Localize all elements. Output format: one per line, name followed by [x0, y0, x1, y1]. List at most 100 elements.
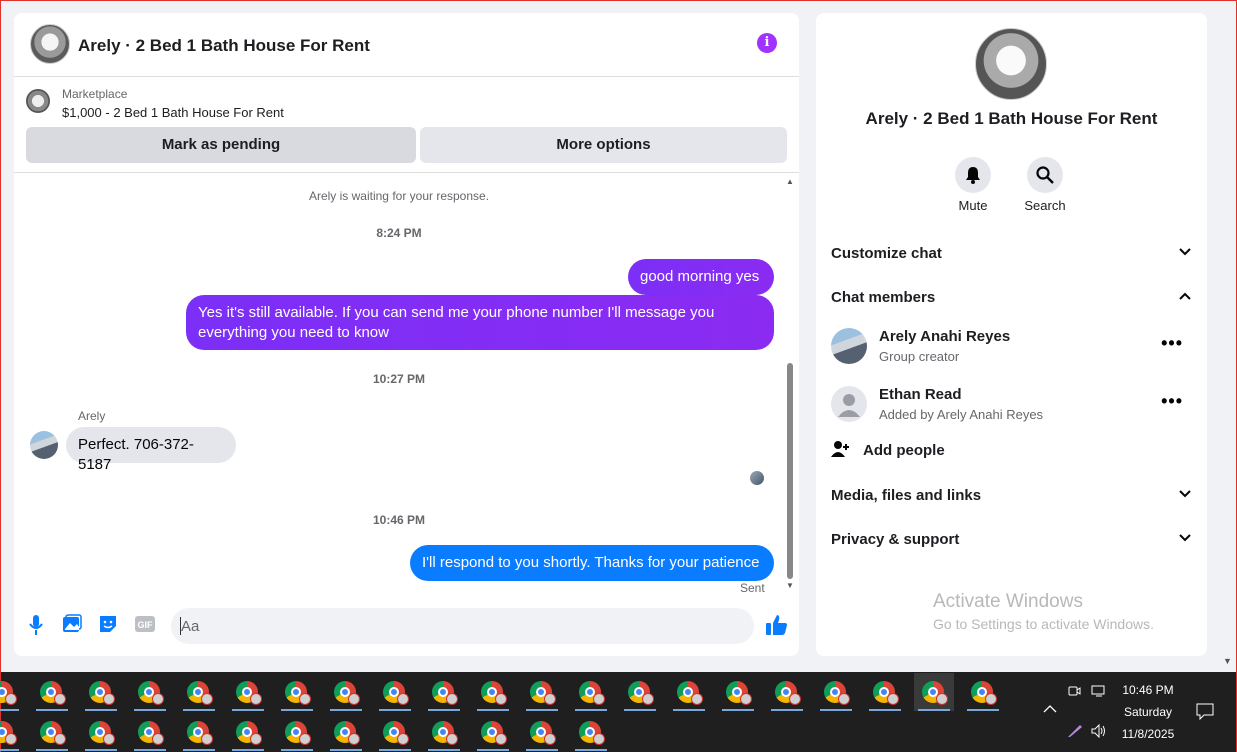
read-receipt-avatar [750, 471, 764, 485]
taskbar-browser-window-button[interactable] [424, 713, 464, 751]
conversation-avatar[interactable] [975, 28, 1047, 100]
message-scrollbar[interactable]: ▲ ▼ [786, 177, 794, 593]
taskbar-browser-window-button[interactable] [718, 673, 758, 711]
taskbar-browser-window-button[interactable] [326, 673, 366, 711]
taskbar-browser-window-button[interactable] [620, 673, 660, 711]
open-indicator [820, 709, 852, 711]
scroll-up-arrow[interactable]: ▲ [786, 177, 794, 186]
open-indicator [330, 709, 362, 711]
customize-chat-section[interactable]: Customize chat [831, 245, 1191, 262]
composer: GIF Aa ☺ [14, 606, 902, 656]
listing-title[interactable]: $1,000 - 2 Bed 1 Bath House For Rent [62, 105, 284, 120]
taskbar-browser-window-button[interactable] [228, 713, 268, 751]
profile-badge-icon [348, 693, 360, 705]
microphone-icon[interactable] [26, 614, 46, 636]
meet-now-icon[interactable] [1067, 684, 1081, 701]
message-input[interactable]: Aa ☺ [171, 608, 902, 644]
media-files-section[interactable]: Media, files and links [831, 487, 1191, 504]
taskbar-browser-window-button[interactable] [669, 673, 709, 711]
scroll-thumb[interactable] [787, 363, 793, 579]
mark-as-pending-button[interactable]: Mark as pending [26, 127, 416, 163]
photo-icon[interactable] [62, 614, 82, 636]
search-button[interactable]: Search [1015, 157, 1075, 213]
taskbar-browser-window-button[interactable] [32, 673, 72, 711]
taskbar-browser-window-button[interactable] [0, 713, 23, 751]
taskbar-browser-window-button[interactable] [81, 713, 121, 751]
taskbar-browser-window-button[interactable] [0, 673, 23, 711]
bell-icon[interactable] [955, 157, 991, 193]
taskbar-browser-window-button[interactable] [963, 673, 1003, 711]
taskbar-row [0, 713, 621, 752]
privacy-support-section[interactable]: Privacy & support [831, 531, 1191, 548]
chat-avatar[interactable] [30, 24, 70, 64]
taskbar-browser-window-button[interactable] [228, 673, 268, 711]
open-indicator [36, 709, 68, 711]
open-indicator [36, 749, 68, 751]
open-indicator [330, 749, 362, 751]
outgoing-message[interactable]: good morning yes [628, 259, 774, 295]
sender-avatar[interactable] [30, 431, 58, 459]
profile-badge-icon [201, 733, 213, 745]
taskbar-browser-window-button[interactable] [179, 713, 219, 751]
more-icon[interactable]: ••• [1161, 391, 1183, 412]
outgoing-message[interactable]: Yes it's still available. If you can sen… [186, 295, 774, 350]
taskbar-browser-window-button[interactable] [865, 673, 905, 711]
chat-members-section[interactable]: Chat members [831, 289, 1191, 306]
taskbar-browser-window-button[interactable] [522, 673, 562, 711]
network-icon[interactable] [1091, 684, 1107, 701]
taskbar-browser-window-button[interactable] [277, 713, 317, 751]
member-name[interactable]: Ethan Read [879, 386, 962, 403]
taskbar-browser-window-button[interactable] [914, 673, 954, 711]
sticker-icon[interactable] [98, 614, 118, 636]
taskbar-browser-window-button[interactable] [277, 673, 317, 711]
taskbar-browser-window-button[interactable] [522, 713, 562, 751]
member-avatar[interactable] [831, 328, 867, 364]
open-indicator [281, 749, 313, 751]
page-scroll-down-arrow[interactable]: ▼ [1223, 656, 1232, 666]
outgoing-message[interactable]: I'll respond to you shortly. Thanks for … [410, 545, 774, 581]
volume-icon[interactable] [1091, 723, 1107, 741]
like-icon[interactable] [764, 614, 790, 636]
incoming-message[interactable]: Perfect. 706-372-5187 [66, 427, 236, 473]
svg-text:GIF: GIF [138, 620, 154, 630]
listing-thumbnail[interactable] [26, 89, 50, 113]
search-icon[interactable] [1027, 157, 1063, 193]
taskbar-browser-window-button[interactable] [767, 673, 807, 711]
pen-icon[interactable] [1067, 724, 1083, 741]
profile-badge-icon [740, 693, 752, 705]
more-options-button[interactable]: More options [420, 127, 787, 163]
taskbar-browser-window-button[interactable] [130, 673, 170, 711]
taskbar-browser-window-button[interactable] [816, 673, 856, 711]
taskbar-browser-window-button[interactable] [473, 713, 513, 751]
clock-date[interactable]: 11/8/2025 [1116, 727, 1180, 741]
taskbar-browser-window-button[interactable] [571, 673, 611, 711]
taskbar-browser-window-button[interactable] [130, 713, 170, 751]
taskbar-browser-window-button[interactable] [326, 713, 366, 751]
member-avatar[interactable] [831, 386, 867, 422]
profile-badge-icon [838, 693, 850, 705]
mute-button[interactable]: Mute [943, 157, 1003, 213]
taskbar-browser-window-button[interactable] [179, 673, 219, 711]
member-row[interactable]: Arely Anahi Reyes Group creator ••• [831, 328, 1191, 368]
info-icon[interactable]: i [757, 33, 777, 53]
taskbar-browser-window-button[interactable] [424, 673, 464, 711]
gif-icon[interactable]: GIF [134, 614, 155, 636]
notifications-icon[interactable] [1196, 702, 1214, 723]
member-row[interactable]: Ethan Read Added by Arely Anahi Reyes ••… [831, 386, 1191, 426]
taskbar-browser-window-button[interactable] [32, 713, 72, 751]
chat-title[interactable]: Arely · 2 Bed 1 Bath House For Rent [78, 36, 370, 56]
taskbar-browser-window-button[interactable] [473, 673, 513, 711]
taskbar-browser-window-button[interactable] [571, 713, 611, 751]
show-hidden-icons-icon[interactable] [1043, 702, 1057, 717]
chat-header: Arely · 2 Bed 1 Bath House For Rent i [14, 13, 799, 77]
clock-day[interactable]: Saturday [1116, 705, 1180, 719]
member-name[interactable]: Arely Anahi Reyes [879, 328, 1010, 345]
clock-time[interactable]: 10:46 PM [1116, 683, 1180, 697]
taskbar-browser-window-button[interactable] [375, 713, 415, 751]
scroll-down-arrow[interactable]: ▼ [786, 581, 794, 590]
more-icon[interactable]: ••• [1161, 333, 1183, 354]
timestamp: 10:27 PM [372, 372, 426, 386]
taskbar-browser-window-button[interactable] [81, 673, 121, 711]
taskbar-browser-window-button[interactable] [375, 673, 415, 711]
open-indicator [85, 709, 117, 711]
